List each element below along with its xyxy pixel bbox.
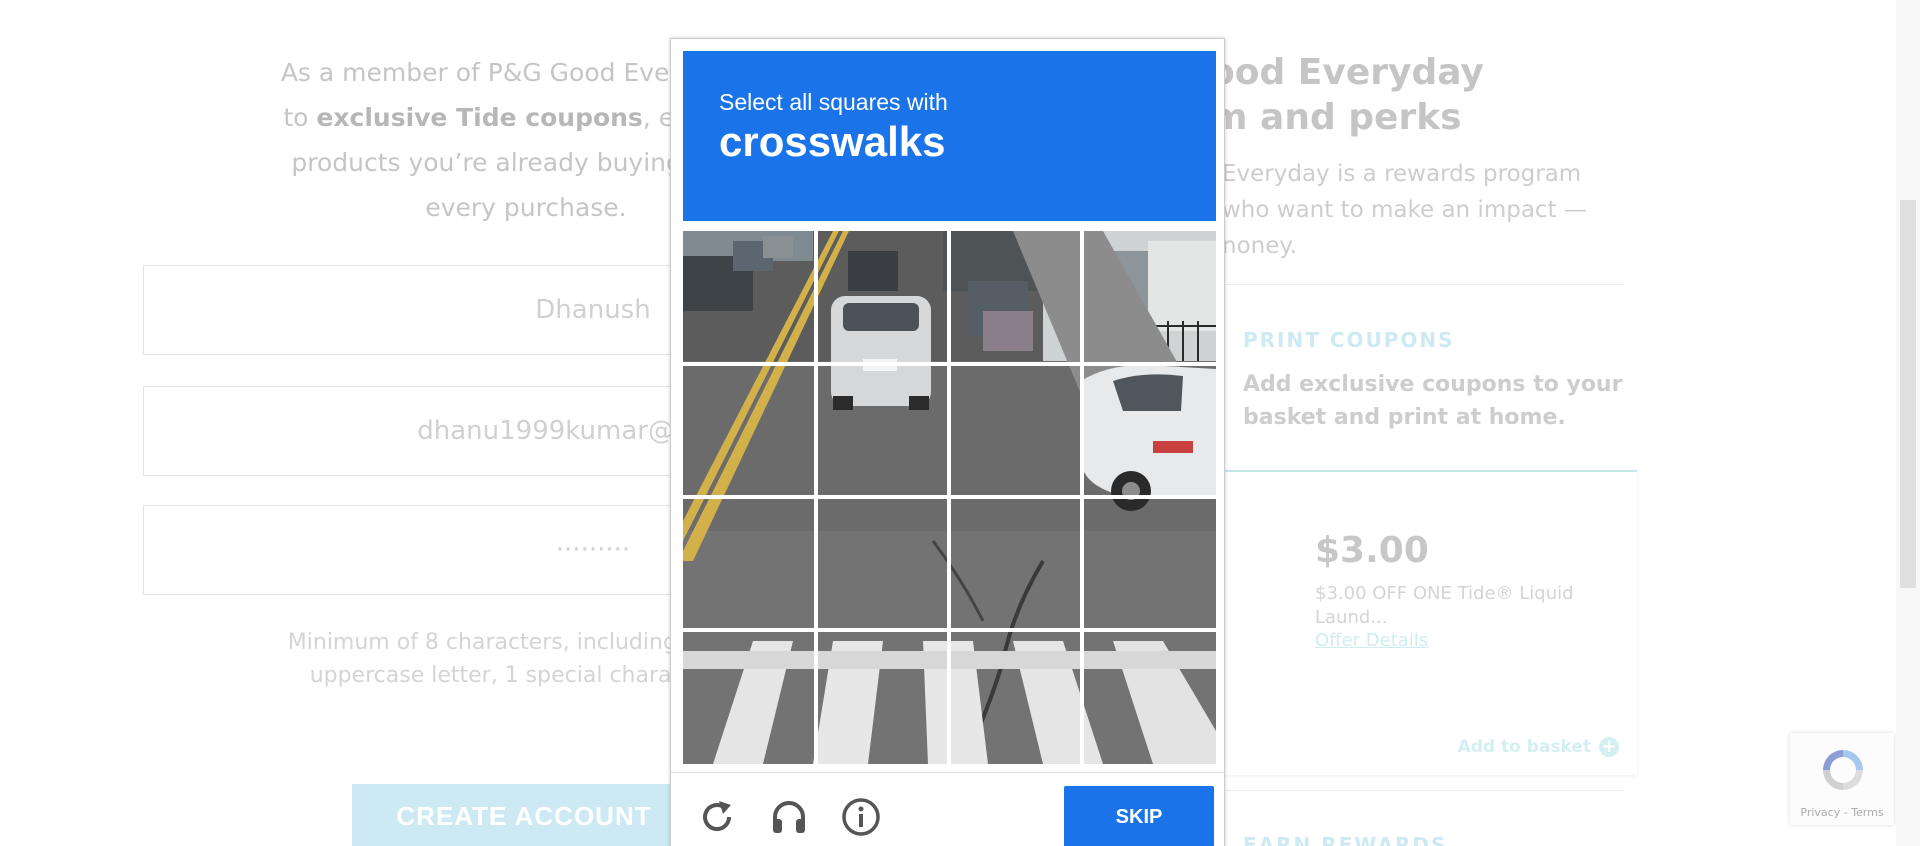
- info-icon[interactable]: [841, 797, 881, 837]
- audio-icon[interactable]: [769, 797, 809, 837]
- captcha-target-word: crosswalks: [719, 118, 946, 165]
- captcha-footer: SKIP: [671, 772, 1226, 846]
- captcha-tile[interactable]: [949, 364, 1080, 495]
- captcha-header: Select all squares with crosswalks: [683, 51, 1216, 221]
- captcha-tile[interactable]: [816, 364, 947, 495]
- captcha-tile[interactable]: [1082, 630, 1213, 761]
- captcha-tile[interactable]: [683, 630, 814, 761]
- captcha-tile[interactable]: [949, 630, 1080, 761]
- captcha-tile[interactable]: [816, 497, 947, 628]
- captcha-tile[interactable]: [816, 231, 947, 362]
- captcha-tile[interactable]: [1082, 497, 1213, 628]
- captcha-tile[interactable]: [1082, 364, 1213, 495]
- captcha-tile[interactable]: [683, 231, 814, 362]
- captcha-instruction: Select all squares with: [719, 89, 948, 115]
- captcha-tile[interactable]: [683, 497, 814, 628]
- captcha-tile[interactable]: [1082, 231, 1213, 362]
- captcha-challenge-dialog: Select all squares with crosswalks SKIP: [670, 38, 1226, 846]
- captcha-tile[interactable]: [683, 364, 814, 495]
- skip-button[interactable]: SKIP: [1064, 786, 1214, 846]
- captcha-tile[interactable]: [816, 630, 947, 761]
- captcha-tile[interactable]: [949, 231, 1080, 362]
- captcha-image-grid: [683, 231, 1216, 764]
- reload-icon[interactable]: [697, 797, 737, 837]
- captcha-tile[interactable]: [949, 497, 1080, 628]
